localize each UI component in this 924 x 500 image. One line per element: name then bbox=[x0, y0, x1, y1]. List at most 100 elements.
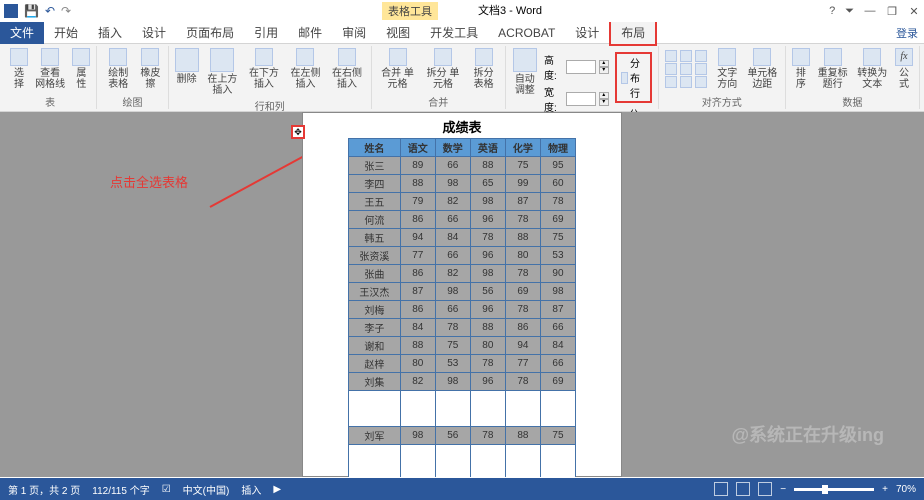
status-spell-icon[interactable]: ☑ bbox=[162, 484, 171, 495]
formula-button[interactable]: fx公式 bbox=[895, 48, 913, 90]
table-title: 成绩表 bbox=[303, 113, 621, 138]
status-page[interactable]: 第 1 页，共 2 页 bbox=[8, 482, 80, 497]
restore-button[interactable]: ❐ bbox=[886, 5, 898, 18]
eraser-button[interactable]: 橡皮擦 bbox=[139, 48, 161, 90]
table-row[interactable]: 李子8478888666 bbox=[349, 319, 576, 337]
height-up-icon[interactable]: ▴ bbox=[599, 60, 609, 67]
qat-undo-icon[interactable]: ↶ bbox=[45, 4, 55, 18]
menu-design[interactable]: 设计 bbox=[132, 21, 176, 44]
properties-button[interactable]: 属性 bbox=[72, 48, 90, 90]
table-row[interactable]: 刘梅8666967887 bbox=[349, 301, 576, 319]
sort-button[interactable]: 排序 bbox=[792, 48, 810, 90]
help-icon[interactable]: ? bbox=[829, 5, 835, 17]
table-row[interactable]: 张曲8682987890 bbox=[349, 265, 576, 283]
text-direction-button[interactable]: 文字方向 bbox=[715, 48, 740, 90]
menu-bar: 文件 开始 插入 设计 页面布局 引用 邮件 审阅 视图 开发工具 ACROBA… bbox=[0, 22, 924, 44]
status-lang[interactable]: 中文(中国) bbox=[183, 482, 230, 497]
document-title: 文档3 - Word bbox=[478, 2, 542, 20]
width-input[interactable] bbox=[566, 92, 596, 106]
word-icon bbox=[4, 4, 18, 18]
status-words[interactable]: 112/115 个字 bbox=[92, 482, 149, 497]
width-down-icon[interactable]: ▾ bbox=[599, 99, 609, 106]
table-header[interactable]: 英语 bbox=[470, 139, 505, 157]
annotation-label: 点击全选表格 bbox=[110, 172, 188, 191]
dist-rows-icon bbox=[621, 72, 628, 84]
view-read-icon[interactable] bbox=[714, 482, 728, 496]
minimize-button[interactable]: — bbox=[864, 5, 876, 17]
insert-right-button[interactable]: 在右侧插入 bbox=[329, 48, 365, 90]
split-cells-button[interactable]: 拆分 单元格 bbox=[423, 48, 462, 90]
menu-pagelayout[interactable]: 页面布局 bbox=[176, 21, 244, 44]
qat-redo-icon[interactable]: ↷ bbox=[61, 4, 71, 18]
page: ✥ 成绩表 姓名语文数学英语化学物理张三8966887595李四88986599… bbox=[302, 112, 622, 477]
gridlines-button[interactable]: 查看 网格线 bbox=[34, 48, 66, 90]
close-button[interactable]: ✕ bbox=[908, 5, 920, 18]
view-print-icon[interactable] bbox=[736, 482, 750, 496]
table-header[interactable]: 物理 bbox=[540, 139, 575, 157]
menu-mailings[interactable]: 邮件 bbox=[288, 21, 332, 44]
menu-home[interactable]: 开始 bbox=[44, 21, 88, 44]
table-header[interactable]: 姓名 bbox=[349, 139, 401, 157]
zoom-level[interactable]: 70% bbox=[896, 484, 916, 495]
split-table-button[interactable]: 拆分表格 bbox=[469, 48, 499, 90]
insert-above-button[interactable]: 在上方插入 bbox=[205, 48, 241, 96]
table-select-handle[interactable]: ✥ bbox=[291, 125, 305, 139]
table-row[interactable]: 李四8898659960 bbox=[349, 175, 576, 193]
title-bar: 💾 ↶ ↷ 表格工具 文档3 - Word ? ⏷ — ❐ ✕ 登录 bbox=[0, 0, 924, 22]
distribute-rows-button[interactable]: 分布行 bbox=[615, 52, 652, 103]
table-row[interactable] bbox=[349, 445, 576, 478]
qat-save-icon[interactable]: 💾 bbox=[24, 4, 39, 18]
data-table[interactable]: 姓名语文数学英语化学物理张三8966887595李四8898659960王五79… bbox=[348, 138, 576, 477]
menu-table-design[interactable]: 设计 bbox=[565, 21, 609, 44]
zoom-slider[interactable] bbox=[794, 488, 874, 491]
zoom-in-button[interactable]: + bbox=[882, 484, 888, 495]
autofit-button[interactable]: 自动调整 bbox=[512, 48, 538, 96]
repeat-header-button[interactable]: 重复标题行 bbox=[816, 48, 850, 90]
ribbon: 选择 查看 网格线 属性 表 绘制表格 橡皮擦 绘图 删除 在上方插入 在下方插… bbox=[0, 44, 924, 112]
cell-margins-button[interactable]: 单元格 边距 bbox=[746, 48, 779, 90]
menu-acrobat[interactable]: ACROBAT bbox=[488, 23, 565, 43]
view-web-icon[interactable] bbox=[758, 482, 772, 496]
table-header[interactable]: 数学 bbox=[435, 139, 470, 157]
status-bar: 第 1 页，共 2 页 112/115 个字 ☑ 中文(中国) 插入 ▶ − +… bbox=[0, 478, 924, 500]
table-header[interactable]: 化学 bbox=[505, 139, 540, 157]
menu-view[interactable]: 视图 bbox=[376, 21, 420, 44]
login-link[interactable]: 登录 bbox=[896, 25, 918, 41]
watermark: @系统正在升级ing bbox=[731, 421, 884, 447]
insert-left-button[interactable]: 在左侧插入 bbox=[288, 48, 324, 90]
alignment-grid[interactable] bbox=[665, 48, 709, 88]
table-row[interactable]: 谢和8875809484 bbox=[349, 337, 576, 355]
table-header[interactable]: 语文 bbox=[400, 139, 435, 157]
menu-insert[interactable]: 插入 bbox=[88, 21, 132, 44]
table-row[interactable]: 张资溪7766968053 bbox=[349, 247, 576, 265]
status-mode[interactable]: 插入 bbox=[241, 482, 261, 497]
menu-file[interactable]: 文件 bbox=[0, 21, 44, 44]
table-row[interactable]: 张三8966887595 bbox=[349, 157, 576, 175]
status-macro-icon[interactable]: ▶ bbox=[273, 484, 281, 495]
table-row[interactable]: 何流8666967869 bbox=[349, 211, 576, 229]
draw-table-button[interactable]: 绘制表格 bbox=[103, 48, 133, 90]
table-row[interactable]: 王汉杰8798566998 bbox=[349, 283, 576, 301]
contextual-tab-label: 表格工具 bbox=[382, 2, 438, 20]
document-area[interactable]: 点击全选表格 ✥ 成绩表 姓名语文数学英语化学物理张三8966887595李四8… bbox=[0, 112, 924, 477]
merge-cells-button[interactable]: 合并 单元格 bbox=[378, 48, 417, 90]
table-row[interactable]: 赵梓8053787766 bbox=[349, 355, 576, 373]
menu-table-layout[interactable]: 布局 bbox=[609, 19, 657, 46]
table-row[interactable] bbox=[349, 391, 576, 427]
delete-button[interactable]: 删除 bbox=[175, 48, 199, 85]
zoom-out-button[interactable]: − bbox=[780, 484, 786, 495]
height-down-icon[interactable]: ▾ bbox=[599, 67, 609, 74]
menu-developer[interactable]: 开发工具 bbox=[420, 21, 488, 44]
select-button[interactable]: 选择 bbox=[10, 48, 28, 90]
menu-references[interactable]: 引用 bbox=[244, 21, 288, 44]
convert-text-button[interactable]: 转换为文本 bbox=[855, 48, 889, 90]
table-row[interactable]: 韩五9484788875 bbox=[349, 229, 576, 247]
ribbon-options-icon[interactable]: ⏷ bbox=[845, 5, 854, 18]
table-row[interactable]: 刘军9856788875 bbox=[349, 427, 576, 445]
menu-review[interactable]: 审阅 bbox=[332, 21, 376, 44]
insert-below-button[interactable]: 在下方插入 bbox=[246, 48, 282, 90]
table-row[interactable]: 刘集8298967869 bbox=[349, 373, 576, 391]
height-input[interactable] bbox=[566, 60, 596, 74]
width-up-icon[interactable]: ▴ bbox=[599, 92, 609, 99]
table-row[interactable]: 王五7982988778 bbox=[349, 193, 576, 211]
